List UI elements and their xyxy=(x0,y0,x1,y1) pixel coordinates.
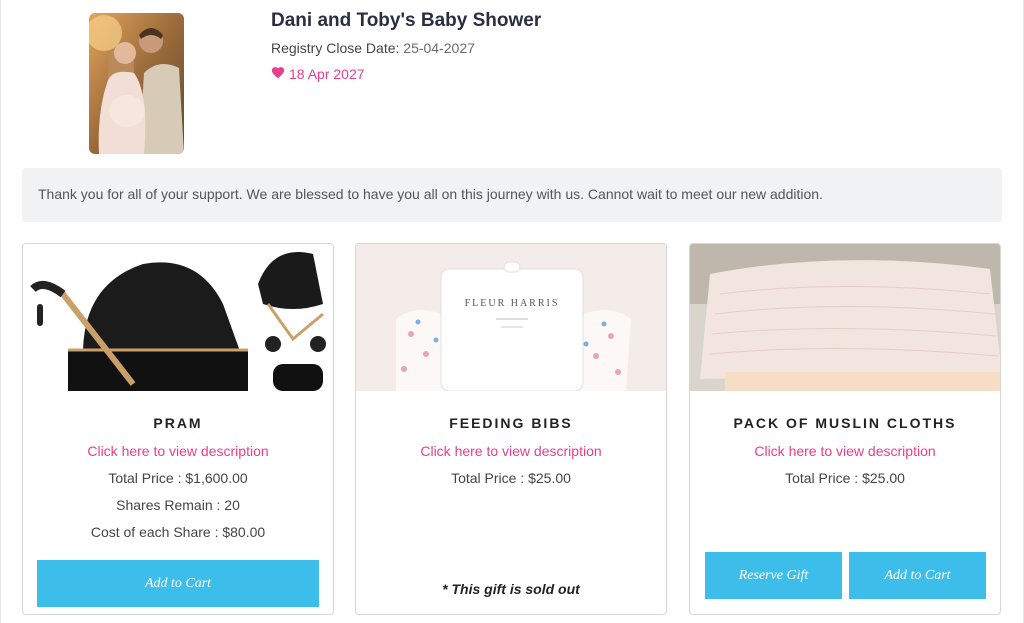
event-title: Dani and Toby's Baby Shower xyxy=(271,10,542,31)
reserve-gift-button[interactable]: Reserve Gift xyxy=(705,552,842,599)
shares-remain: Shares Remain : 20 xyxy=(116,497,240,513)
gift-card-muslin-cloths: PACK OF MUSLIN CLOTHS Click here to view… xyxy=(689,243,1001,615)
view-description-link[interactable]: Click here to view description xyxy=(23,443,333,459)
total-price: Total Price : $1,600.00 xyxy=(108,470,248,486)
muslin-image xyxy=(690,244,1000,391)
bibs-image: FLEUR HARRIS xyxy=(356,244,666,391)
bibs-brand-text: FLEUR HARRIS xyxy=(465,298,560,309)
sold-out-notice: * This gift is sold out xyxy=(442,581,580,597)
gift-card-feeding-bibs: FLEUR HARRIS FEEDING BIBS Click here to … xyxy=(355,243,667,615)
heart-icon xyxy=(271,66,285,82)
pram-image xyxy=(23,244,333,391)
add-to-cart-button[interactable]: Add to Cart xyxy=(37,560,319,607)
message-box: Thank you for all of your support. We ar… xyxy=(22,168,1002,222)
close-date-label: Registry Close Date: xyxy=(271,40,400,56)
gift-card-pram: PRAM Click here to view description Tota… xyxy=(22,243,334,615)
event-date-text: 18 Apr 2027 xyxy=(289,66,365,82)
view-description-link[interactable]: Click here to view description xyxy=(690,443,1000,459)
add-to-cart-button[interactable]: Add to Cart xyxy=(849,552,986,599)
couple-photo xyxy=(89,13,184,154)
message-text: Thank you for all of your support. We ar… xyxy=(38,186,823,202)
share-cost: Cost of each Share : $80.00 xyxy=(90,524,266,540)
registry-close-date: Registry Close Date: 25-04-2027 xyxy=(271,40,475,56)
close-date-value: 25-04-2027 xyxy=(403,40,475,56)
gift-name: PACK OF MUSLIN CLOTHS xyxy=(733,415,957,431)
view-description-link[interactable]: Click here to view description xyxy=(356,443,666,459)
event-date: 18 Apr 2027 xyxy=(271,66,365,82)
gift-name: FEEDING BIBS xyxy=(449,415,573,431)
gift-name: PRAM xyxy=(153,415,203,431)
total-price: Total Price : $25.00 xyxy=(785,470,905,486)
total-price: Total Price : $25.00 xyxy=(451,470,571,486)
